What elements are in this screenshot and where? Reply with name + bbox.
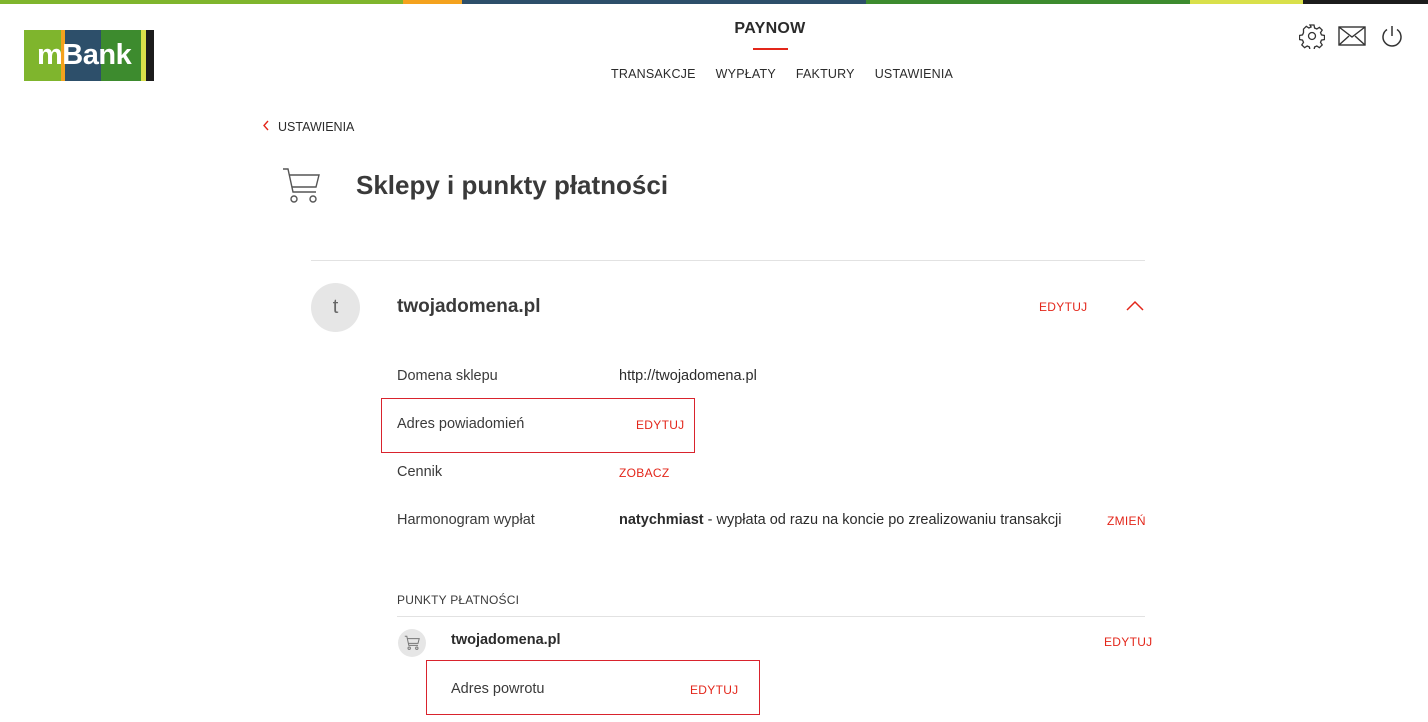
mbank-logo[interactable]: mBank xyxy=(24,30,154,81)
nav-item-faktury[interactable]: FAKTURY xyxy=(796,67,855,81)
return-address-edit-button[interactable]: EDYTUJ xyxy=(690,683,738,697)
shop-avatar: t xyxy=(311,283,360,332)
payout-schedule-value: natychmiast - wypłata od razu na koncie … xyxy=(619,512,1061,528)
nav-item-ustawienia[interactable]: USTAWIENIA xyxy=(875,67,953,81)
payout-schedule-label: Harmonogram wypłat xyxy=(397,512,535,528)
payout-schedule-description: - wypłata od razu na koncie po zrealizow… xyxy=(703,512,1062,528)
payment-point-cart-icon xyxy=(398,629,426,657)
chevron-up-icon[interactable] xyxy=(1126,299,1144,317)
nav-item-wyplaty[interactable]: WYPŁATY xyxy=(716,67,776,81)
main-nav: TRANSAKCJE WYPŁATY FAKTURY USTAWIENIA xyxy=(611,67,953,81)
payment-point-edit-button[interactable]: EDYTUJ xyxy=(1104,635,1152,649)
shop-name: twojadomena.pl xyxy=(397,296,541,317)
domain-label: Domena sklepu xyxy=(397,368,498,384)
gear-icon[interactable] xyxy=(1298,22,1326,50)
pricing-view-button[interactable]: ZOBACZ xyxy=(619,466,669,480)
payment-points-heading: PUNKTY PŁATNOŚCI xyxy=(397,593,520,607)
logo-text: mBank xyxy=(37,39,132,71)
top-icons xyxy=(1298,22,1406,50)
payment-points-divider xyxy=(397,616,1145,617)
brand-underline xyxy=(753,48,788,50)
pricing-label: Cennik xyxy=(397,464,443,480)
back-link-label: USTAWIENIA xyxy=(278,119,355,134)
notify-address-label: Adres powiadomień xyxy=(397,416,525,432)
section-divider xyxy=(311,260,1145,261)
nav-item-transakcje[interactable]: TRANSAKCJE xyxy=(611,67,696,81)
top-color-stripe xyxy=(0,0,1428,4)
page-title: Sklepy i punkty płatności xyxy=(356,170,669,200)
back-link[interactable]: USTAWIENIA xyxy=(262,119,354,134)
cart-icon xyxy=(281,166,321,211)
power-icon[interactable] xyxy=(1378,22,1406,50)
payout-schedule-change-button[interactable]: ZMIEŃ xyxy=(1107,514,1146,528)
shop-edit-button[interactable]: EDYTUJ xyxy=(1039,300,1087,314)
payout-schedule-mode: natychmiast xyxy=(619,512,704,528)
return-address-label: Adres powrotu xyxy=(451,681,545,697)
domain-value: http://twojadomena.pl xyxy=(619,368,757,384)
chevron-left-icon xyxy=(262,119,270,134)
mail-icon[interactable] xyxy=(1338,22,1366,50)
notify-address-edit-button[interactable]: EDYTUJ xyxy=(636,418,684,432)
brand-title[interactable]: PAYNOW xyxy=(720,20,820,38)
payment-point-name: twojadomena.pl xyxy=(451,632,561,648)
